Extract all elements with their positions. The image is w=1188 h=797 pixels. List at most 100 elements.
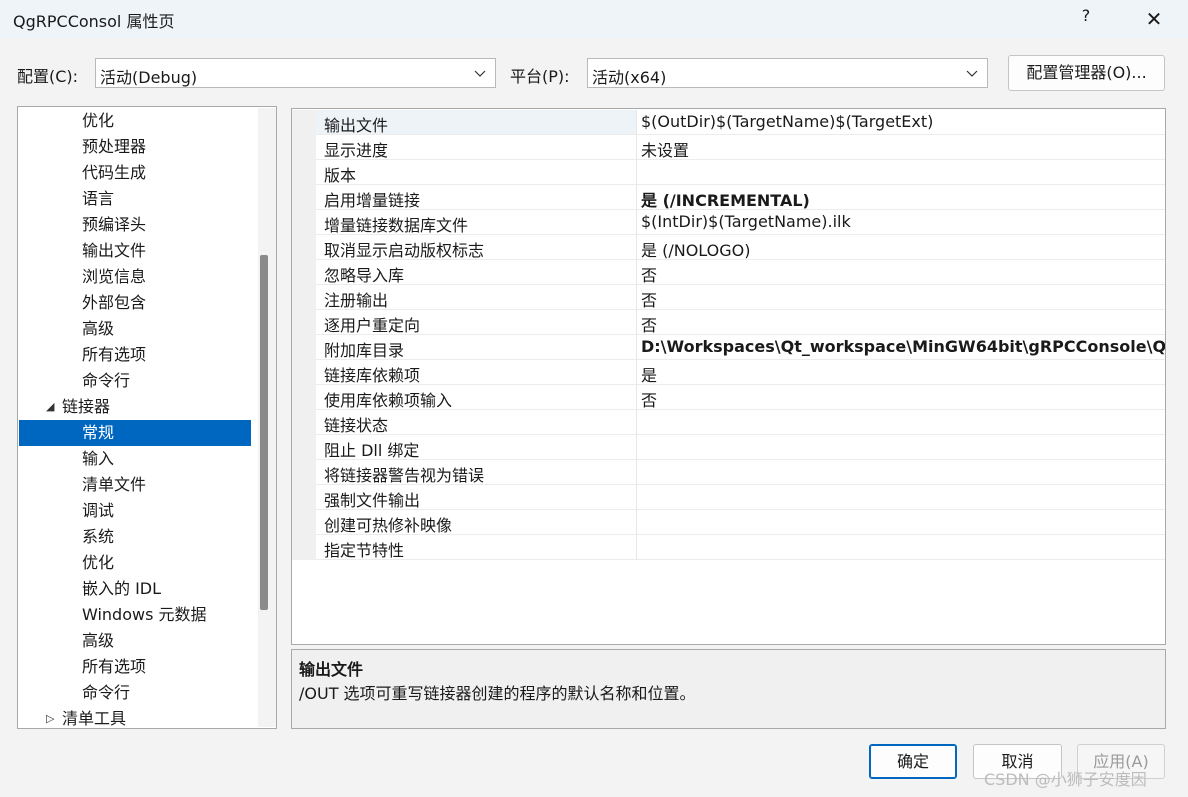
grid-row[interactable]: 链接库依赖项 是 [292,360,1165,385]
property-name: 链接状态 [324,416,389,435]
grid-row[interactable]: 忽略导入库 否 [292,260,1165,285]
property-name: 增量链接数据库文件 [324,216,469,235]
tree-item[interactable]: 高级 [19,316,251,342]
property-name: 创建可热修补映像 [324,516,453,535]
value-cell[interactable] [637,360,1165,385]
property-name: 注册输出 [324,291,389,310]
tree-item[interactable]: 所有选项 [19,342,251,368]
grid-row[interactable]: 附加库目录 D:\Workspaces\Qt_workspace\MinGW64b… [292,335,1165,360]
grid-row[interactable]: 输出文件 $(OutDir)$(TargetName)$(TargetExt) [292,110,1165,135]
grid-row[interactable]: 链接状态 [292,410,1165,435]
description-title: 输出文件 [299,660,364,679]
tree-item[interactable]: 命令行 [19,368,251,394]
row-gutter [292,385,316,410]
tree-item-label: 外部包含 [82,293,147,312]
collapse-arrow-icon[interactable]: ◢ [46,394,54,420]
value-cell[interactable] [637,285,1165,310]
tree-item[interactable]: 嵌入的 IDL [19,576,251,602]
tree-item[interactable]: 输出文件 [19,238,251,264]
tree-item[interactable]: 外部包含 [19,290,251,316]
tree-item-label: 系统 [82,527,115,546]
platform-dropdown[interactable]: 活动(x64) [587,58,988,88]
row-gutter [292,460,316,485]
grid-row[interactable]: 注册输出 否 [292,285,1165,310]
property-value: 是 (/INCREMENTAL) [641,191,810,210]
grid-row[interactable]: 显示进度 未设置 [292,135,1165,160]
config-dropdown[interactable]: 活动(Debug) [95,58,496,88]
expand-arrow-icon[interactable]: ▷ [46,706,54,728]
tree-item[interactable]: 浏览信息 [19,264,251,290]
tree-item[interactable]: 优化 [19,550,251,576]
tree-item[interactable]: 清单文件 [19,472,251,498]
config-label: 配置(C): [17,67,79,86]
property-name: 逐用户重定向 [324,316,421,335]
row-gutter [292,210,316,235]
property-value: 是 [641,366,658,385]
title-bar: QgRPCConsol 属性页 ? ✕ [0,0,1188,38]
tree-item[interactable]: ◢ 链接器 [19,394,251,420]
property-name: 阻止 Dll 绑定 [324,441,420,460]
chevron-down-icon [474,70,486,77]
grid-row[interactable]: 取消显示启动版权标志 是 (/NOLOGO) [292,235,1165,260]
watermark: CSDN @小狮子安度因 [984,770,1147,789]
tree-item[interactable]: 高级 [19,628,251,654]
tree-item-label: 代码生成 [82,163,147,182]
name-cell [316,160,637,185]
tree-item-label: 浏览信息 [82,267,147,286]
tree-item[interactable]: 输入 [19,446,251,472]
grid-row[interactable]: 逐用户重定向 否 [292,310,1165,335]
grid-row[interactable]: 指定节特性 [292,535,1165,560]
close-button[interactable]: ✕ [1134,4,1174,34]
row-gutter [292,135,316,160]
value-cell[interactable] [637,160,1165,185]
grid-row[interactable]: 增量链接数据库文件 $(IntDir)$(TargetName).ilk [292,210,1165,235]
value-cell[interactable] [637,485,1165,510]
tree-item[interactable]: 语言 [19,186,251,212]
help-button[interactable]: ? [1072,6,1100,32]
tree-item[interactable]: 常规 [19,420,251,446]
value-cell[interactable] [637,310,1165,335]
value-cell[interactable] [637,510,1165,535]
tree-item-label: 预处理器 [82,137,147,156]
row-gutter [292,285,316,310]
tree-item[interactable]: 代码生成 [19,160,251,186]
tree-item-label: 所有选项 [82,657,147,676]
value-cell[interactable] [637,435,1165,460]
grid-row[interactable]: 启用增量链接 是 (/INCREMENTAL) [292,185,1165,210]
property-name: 启用增量链接 [324,191,421,210]
value-cell[interactable] [637,135,1165,160]
tree-item[interactable]: 优化 [19,108,251,134]
value-cell[interactable] [637,460,1165,485]
tree-item[interactable]: Windows 元数据 [19,602,251,628]
ok-button[interactable]: 确定 [869,744,957,779]
value-cell[interactable] [637,535,1165,560]
grid-row[interactable]: 版本 [292,160,1165,185]
property-value: 否 [641,391,658,410]
tree-item-label: 命令行 [82,683,131,702]
tree-scrollbar-thumb[interactable] [260,255,268,610]
value-cell[interactable] [637,260,1165,285]
value-cell[interactable] [637,385,1165,410]
row-gutter [292,260,316,285]
tree-item-label: 高级 [82,631,115,650]
config-dropdown-value: 活动(Debug) [100,68,198,87]
tree-item[interactable]: 系统 [19,524,251,550]
tree-item[interactable]: 预编译头 [19,212,251,238]
tree-item[interactable]: ▷ 清单工具 [19,706,251,728]
grid-row[interactable]: 使用库依赖项输入 否 [292,385,1165,410]
grid-row[interactable]: 强制文件输出 [292,485,1165,510]
value-cell[interactable] [637,410,1165,435]
tree-item-label: 清单文件 [82,475,147,494]
tree-item[interactable]: 命令行 [19,680,251,706]
grid-row[interactable]: 阻止 Dll 绑定 [292,435,1165,460]
tree-item[interactable]: 所有选项 [19,654,251,680]
grid-row[interactable]: 将链接器警告视为错误 [292,460,1165,485]
tree-item-label: 输出文件 [82,241,147,260]
property-value: 未设置 [641,141,690,160]
config-manager-button[interactable]: 配置管理器(O)... [1008,55,1165,91]
grid-row[interactable]: 创建可热修补映像 [292,510,1165,535]
row-gutter [292,360,316,385]
tree-item[interactable]: 预处理器 [19,134,251,160]
tree-item[interactable]: 调试 [19,498,251,524]
property-value: $(IntDir)$(TargetName).ilk [641,212,851,231]
